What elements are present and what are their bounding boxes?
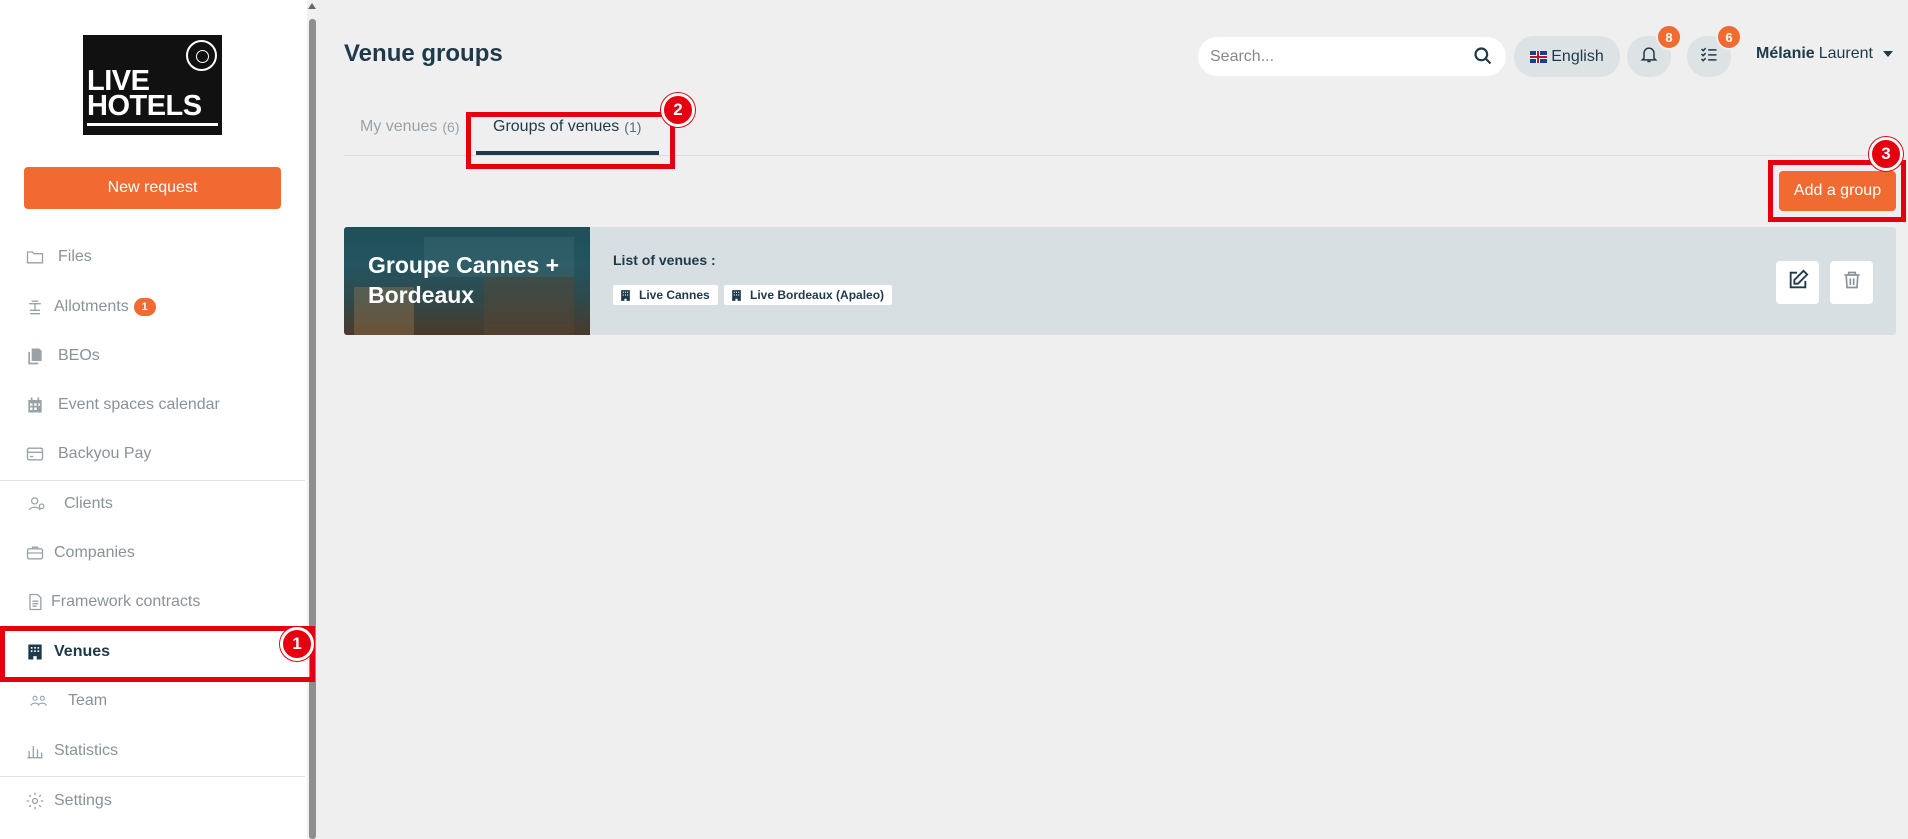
- group-title: Groupe Cannes + Bordeaux: [368, 252, 560, 308]
- building-icon: [619, 289, 632, 302]
- sidebar-divider: [0, 776, 305, 777]
- sidebar-item-team[interactable]: Team: [0, 678, 310, 724]
- language-label: English: [1551, 47, 1604, 65]
- folder-icon: [24, 246, 46, 268]
- sidebar-item-label: Team: [68, 692, 108, 709]
- search-icon[interactable]: [1473, 46, 1493, 71]
- sidebar-item-backyou-pay[interactable]: Backyou Pay: [0, 431, 310, 477]
- user-first-name: Mélanie: [1756, 45, 1815, 62]
- venue-tag: Live Bordeaux (Apaleo): [724, 285, 893, 305]
- allotment-icon: [24, 296, 46, 318]
- page-title: Venue groups: [344, 40, 503, 67]
- documents-icon: [24, 345, 46, 367]
- venue-group-card: Groupe Cannes + Bordeaux List of venues …: [344, 227, 1896, 335]
- sidebar-item-label: Clients: [64, 495, 113, 512]
- logo-underline: [87, 123, 218, 126]
- step-marker-1: 1: [280, 627, 314, 661]
- delete-group-button[interactable]: [1830, 261, 1873, 304]
- user-menu[interactable]: Mélanie Laurent: [1756, 45, 1893, 63]
- briefcase-icon: [24, 542, 46, 564]
- edit-group-button[interactable]: [1776, 261, 1819, 304]
- sidebar-item-label: Framework contracts: [51, 593, 201, 610]
- sidebar-item-label: Allotments: [54, 298, 129, 315]
- checklist-icon: [1698, 44, 1720, 69]
- step-marker-3: 3: [1869, 137, 1903, 171]
- sidebar-item-label: Backyou Pay: [58, 445, 152, 462]
- trash-icon: [1842, 269, 1862, 296]
- sidebar-item-label: BEOs: [58, 347, 100, 364]
- sidebar-item-event-spaces-calendar[interactable]: Event spaces calendar: [0, 382, 310, 428]
- sidebar-item-allotments[interactable]: Allotments 1: [0, 284, 310, 330]
- scroll-up-arrow-icon[interactable]: [308, 3, 316, 9]
- uk-flag-icon: [1530, 50, 1548, 63]
- venue-name: Live Cannes: [639, 288, 710, 302]
- user-last-name: Laurent: [1818, 45, 1873, 62]
- venue-tag: Live Cannes: [613, 285, 718, 305]
- sidebar-item-statistics[interactable]: Statistics: [0, 728, 310, 774]
- sidebar-item-settings[interactable]: Settings: [0, 778, 310, 824]
- bar-chart-icon: [24, 740, 46, 762]
- team-icon: [24, 690, 54, 712]
- sidebar-item-label: Settings: [54, 792, 112, 809]
- bell-icon: [1639, 44, 1659, 69]
- sidebar-item-label: Companies: [54, 544, 135, 561]
- step-marker-2: 2: [661, 93, 695, 127]
- tab-my-venues[interactable]: My venues (6): [360, 118, 460, 136]
- group-cover-image: Groupe Cannes + Bordeaux: [344, 227, 590, 335]
- tab-count: (6): [442, 119, 460, 135]
- allotments-badge: 1: [133, 298, 156, 316]
- tasks-count-badge: 6: [1716, 24, 1742, 50]
- edit-icon: [1787, 269, 1809, 296]
- sidebar-item-beos[interactable]: BEOs: [0, 333, 310, 379]
- sidebar: LIVE HOTELS New request Files Allotments…: [0, 0, 311, 839]
- language-selector[interactable]: English: [1514, 36, 1620, 77]
- calendar-icon: [24, 394, 46, 416]
- credit-card-icon: [24, 443, 46, 465]
- sidebar-item-label: Statistics: [54, 742, 119, 759]
- search-box[interactable]: [1198, 37, 1506, 76]
- sidebar-item-companies[interactable]: Companies: [0, 530, 310, 576]
- sidebar-scrollbar-thumb[interactable]: [309, 19, 316, 839]
- highlight-groups-tab: [466, 112, 675, 169]
- new-request-button[interactable]: New request: [24, 167, 281, 209]
- contract-icon: [24, 591, 46, 613]
- sidebar-item-clients[interactable]: Clients: [0, 481, 310, 527]
- sidebar-item-framework-contracts[interactable]: Framework contracts: [0, 579, 310, 625]
- gear-icon: [24, 790, 46, 812]
- search-input[interactable]: [1210, 47, 1460, 66]
- notifications-count-badge: 8: [1656, 24, 1682, 50]
- venue-list-label: List of venues :: [613, 252, 716, 268]
- sidebar-item-label: Files: [58, 248, 92, 265]
- highlight-venues: [0, 626, 315, 682]
- venue-name: Live Bordeaux (Apaleo): [750, 288, 885, 302]
- sidebar-item-label: Event spaces calendar: [58, 396, 220, 413]
- chevron-down-icon: [1882, 51, 1893, 57]
- logo-seal-icon: [186, 40, 217, 71]
- sidebar-item-files[interactable]: Files: [0, 234, 310, 280]
- live-hotels-logo[interactable]: LIVE HOTELS: [83, 35, 222, 135]
- clients-icon: [24, 493, 50, 515]
- logo-line-2: HOTELS: [87, 90, 202, 122]
- building-icon: [730, 289, 743, 302]
- tab-label: My venues: [360, 118, 438, 135]
